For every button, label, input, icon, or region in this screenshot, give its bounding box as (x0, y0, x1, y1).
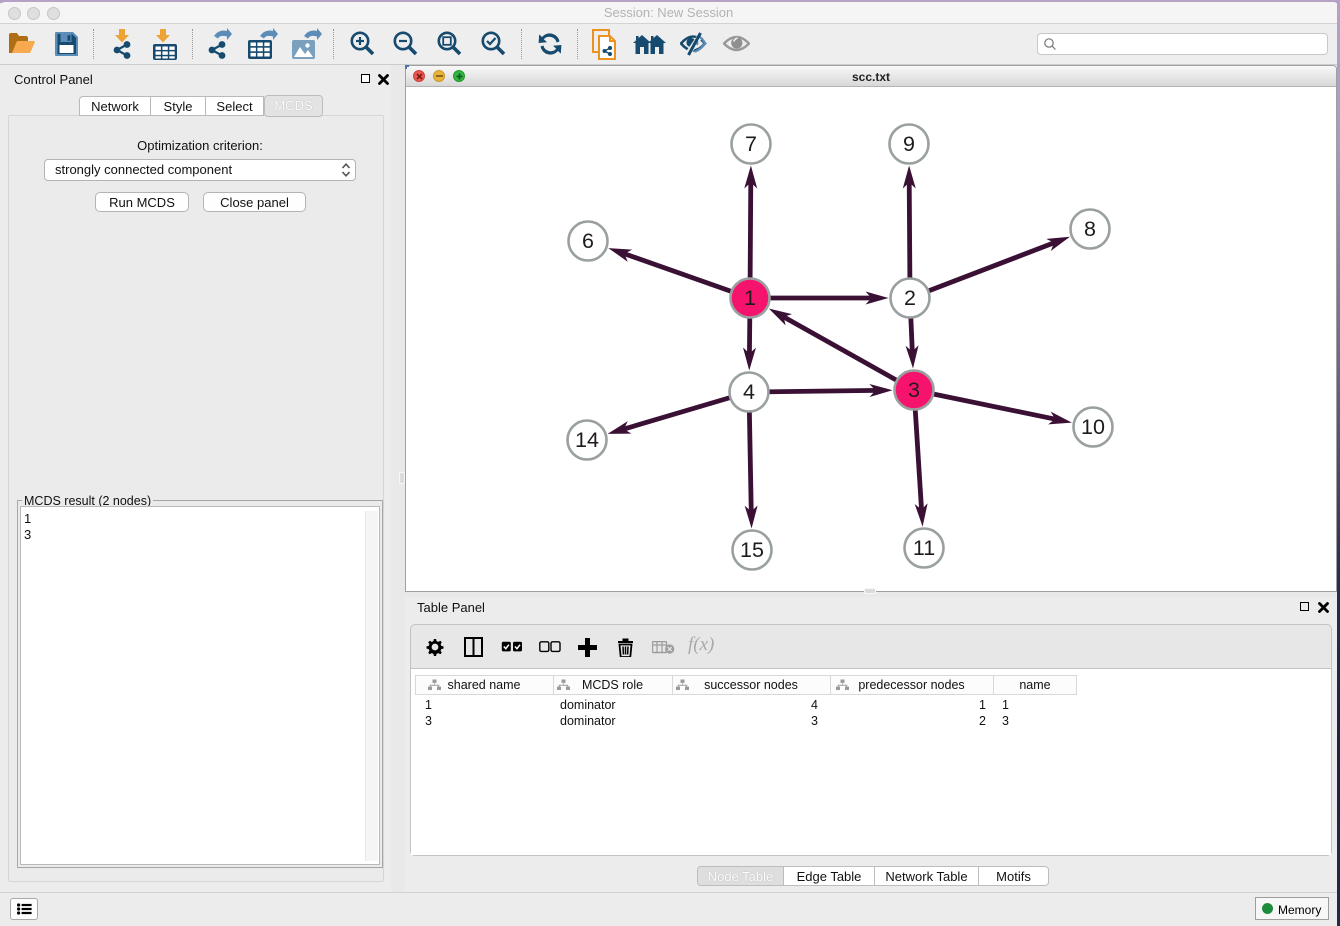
svg-text:10: 10 (1081, 415, 1105, 439)
svg-text:7: 7 (745, 132, 757, 156)
svg-text:2: 2 (904, 286, 916, 310)
svg-text:3: 3 (908, 378, 920, 402)
svg-text:9: 9 (903, 132, 915, 156)
svg-text:14: 14 (575, 428, 599, 452)
svg-text:4: 4 (743, 380, 755, 404)
svg-text:1: 1 (744, 286, 756, 310)
svg-text:15: 15 (740, 538, 764, 562)
svg-text:11: 11 (913, 536, 935, 560)
svg-text:6: 6 (582, 229, 594, 253)
svg-text:8: 8 (1084, 217, 1096, 241)
